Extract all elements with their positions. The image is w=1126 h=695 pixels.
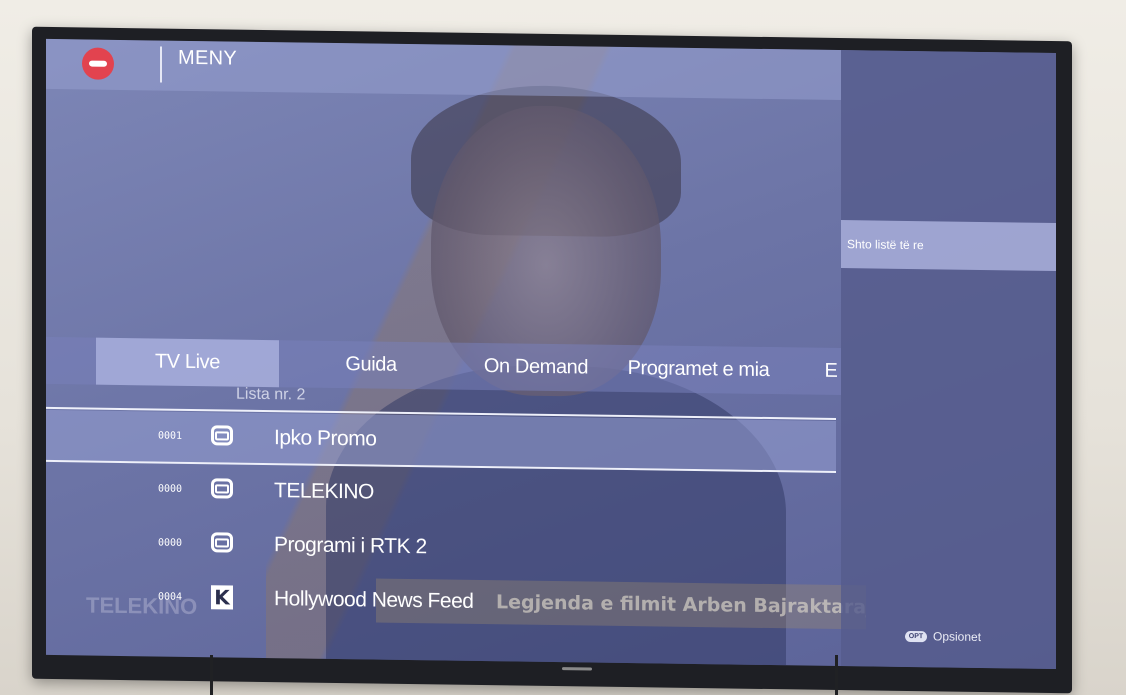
tv-screen: TELEKINO Legjenda e filmit Arben Bajrakt… — [46, 38, 1056, 670]
header-divider — [160, 46, 162, 83]
tab-programet-e-mia[interactable]: Programet e mia — [616, 345, 781, 394]
list-title: Lista nr. 2 — [236, 385, 306, 404]
channel-name: TELEKINO — [274, 479, 374, 504]
tv-stand-cable — [835, 655, 838, 695]
channel-name: Ipko Promo — [274, 426, 377, 451]
options-hint[interactable]: OPT Opsionet — [905, 629, 981, 644]
channel-number: 0004 — [158, 591, 183, 603]
side-panel: Shto listë të re OPT Opsionet — [841, 50, 1056, 670]
tab-guida[interactable]: Guida — [296, 340, 446, 389]
channel-number: 0000 — [158, 483, 183, 495]
tv-icon — [211, 532, 233, 553]
channel-name: Hollywood News Feed — [274, 587, 474, 613]
tv-stand-cable — [210, 655, 213, 695]
opt-key-icon: OPT — [905, 630, 927, 642]
tv-frame: TELEKINO Legjenda e filmit Arben Bajrakt… — [32, 26, 1072, 694]
add-new-list-button[interactable]: Shto listë të re — [841, 220, 1056, 272]
channel-number: 0001 — [158, 430, 183, 442]
channel-name: Programi i RTK 2 — [274, 533, 427, 559]
tv-icon — [211, 425, 233, 446]
tv-icon — [211, 478, 233, 499]
back-icon — [89, 60, 107, 67]
back-button[interactable] — [82, 47, 114, 80]
channel-number: 0000 — [158, 537, 183, 549]
tab-truncated[interactable]: E — [824, 348, 838, 395]
tab-on-demand[interactable]: On Demand — [456, 343, 616, 392]
kanal-k-logo-icon: K — [211, 585, 233, 610]
tab-tv-live[interactable]: TV Live — [96, 337, 279, 388]
options-label: Opsionet — [933, 629, 982, 644]
page-title: MENY — [178, 46, 237, 70]
tv-brand-mark — [562, 667, 592, 671]
